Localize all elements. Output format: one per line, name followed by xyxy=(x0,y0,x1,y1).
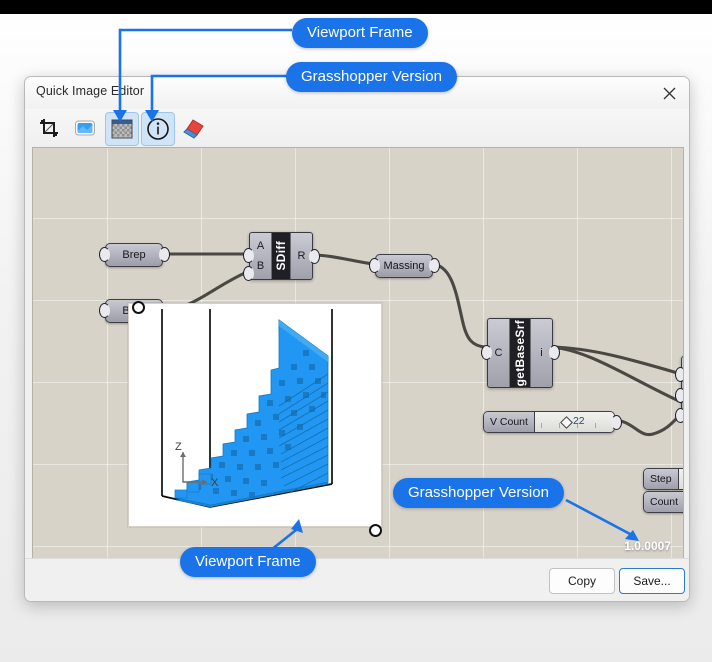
param-massing-output-port[interactable] xyxy=(429,258,440,273)
component-sdiff-title: SDiff xyxy=(271,233,291,279)
transparency-tool[interactable] xyxy=(105,112,139,146)
callout-grasshopper-version-top: Grasshopper Version xyxy=(286,62,457,92)
slider-count-label: Count xyxy=(644,492,683,512)
getbasesrf-output-i-port[interactable] xyxy=(549,345,560,360)
param-brep-2-input-port[interactable] xyxy=(99,303,110,318)
port-label-b: B xyxy=(256,260,265,272)
dialog-footer: Copy Save... xyxy=(25,558,689,601)
component-getbasesrf[interactable]: C getBaseSrf i xyxy=(487,318,553,388)
param-label: Massing xyxy=(383,260,425,272)
page-root: Quick Image Editor Brep A B SDiff R Mass… xyxy=(0,0,712,662)
slider-v-count[interactable]: V Count 22 xyxy=(483,411,615,433)
save-button[interactable]: Save... xyxy=(619,568,685,594)
copy-button[interactable]: Copy xyxy=(549,568,615,594)
viewport-resize-handle-top-left[interactable] xyxy=(132,301,145,314)
param-label: Brep xyxy=(122,249,146,261)
close-icon[interactable] xyxy=(656,82,682,104)
dialog-title: Quick Image Editor xyxy=(36,84,145,98)
port-label-c: C xyxy=(494,347,503,359)
component-sdiff[interactable]: A B SDiff R xyxy=(249,232,313,280)
getbasesrf-input-c-port[interactable] xyxy=(481,345,492,360)
grasshopper-version-text: 1.0.0007 xyxy=(624,539,671,553)
slider-v-count-value: 22 xyxy=(572,415,585,427)
axis-label-z: Z xyxy=(175,441,182,453)
crop-tool[interactable] xyxy=(33,112,65,144)
viewport-resize-handle-bottom-right[interactable] xyxy=(369,524,382,537)
sdiff-output-r-port[interactable] xyxy=(309,249,320,264)
slider-v-count-label: V Count xyxy=(484,412,535,432)
slider-step-track[interactable] xyxy=(678,469,683,489)
info-tool[interactable] xyxy=(141,112,175,146)
port-label-a: A xyxy=(256,240,265,252)
viewport-frame-preview[interactable]: Z X xyxy=(128,303,382,527)
param-brep-1[interactable]: Brep xyxy=(105,243,163,267)
slider-step-label: Step xyxy=(644,469,679,489)
callout-viewport-frame-bottom: Viewport Frame xyxy=(180,547,316,577)
component-getbasesrf-title: getBaseSrf xyxy=(509,319,531,387)
sdiff-input-a-port[interactable] xyxy=(243,248,254,263)
background-tool[interactable] xyxy=(69,112,101,144)
axis-label-x: X xyxy=(211,477,219,489)
clipped-input-port-1[interactable] xyxy=(675,367,683,382)
component-clipped-right[interactable] xyxy=(681,356,683,416)
clipped-input-port-2[interactable] xyxy=(675,388,683,403)
clipped-input-port-3[interactable] xyxy=(675,408,683,423)
slider-step[interactable]: Step xyxy=(643,468,683,490)
port-label-i: i xyxy=(540,347,543,359)
callout-viewport-frame-top: Viewport Frame xyxy=(292,18,428,48)
sdiff-input-b-port[interactable] xyxy=(243,266,254,281)
dialog-toolbar xyxy=(25,109,689,147)
slider-v-count-track[interactable]: 22 xyxy=(534,412,614,432)
param-brep-1-input-port[interactable] xyxy=(99,247,110,262)
viewport-geometry: Z X xyxy=(129,304,381,526)
eraser-tool[interactable] xyxy=(177,112,209,144)
slider-count[interactable]: Count xyxy=(643,491,683,513)
param-brep-1-output-port[interactable] xyxy=(159,247,170,262)
port-label-r: R xyxy=(297,250,306,262)
top-black-bar xyxy=(0,0,712,14)
callout-grasshopper-version-canvas: Grasshopper Version xyxy=(393,478,564,508)
param-massing[interactable]: Massing xyxy=(375,254,433,278)
param-massing-input-port[interactable] xyxy=(369,258,380,273)
slider-v-count-output-port[interactable] xyxy=(611,415,622,430)
